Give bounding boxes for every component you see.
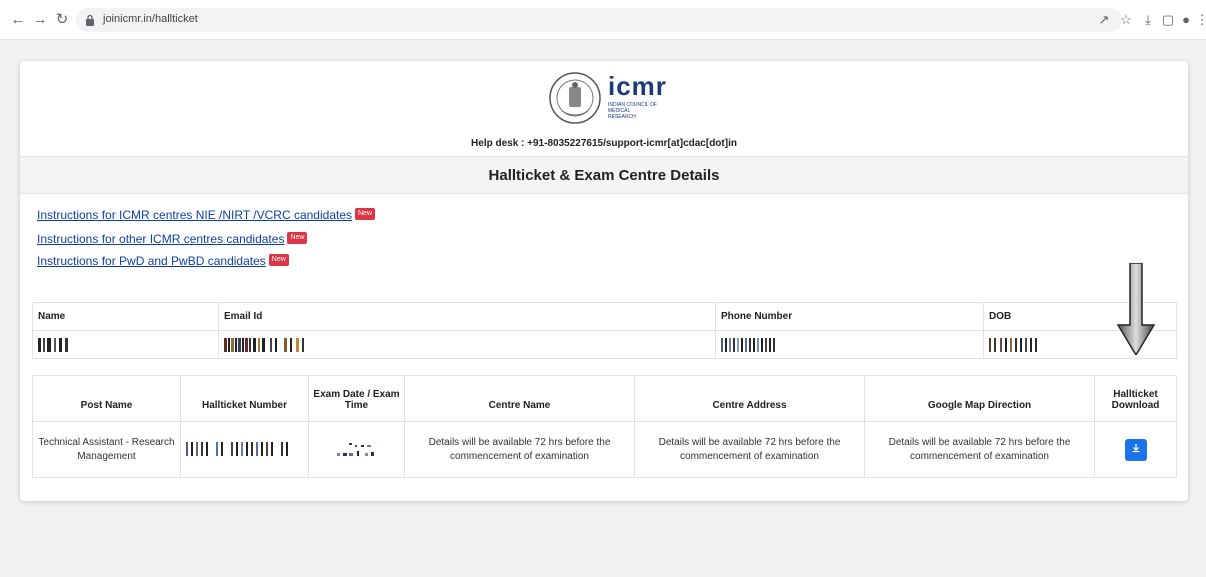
header-post-name: Post Name bbox=[32, 375, 181, 422]
instruction-link-nie-nirt-vcrc[interactable]: Instructions for ICMR centres NIE /NIRT … bbox=[37, 208, 376, 222]
candidate-header-row: Name Email Id Phone Number DOB bbox=[32, 302, 1177, 331]
menu-kebab-icon[interactable]: ⋮ bbox=[1194, 12, 1206, 28]
logo-wordmark: icmr bbox=[608, 71, 667, 101]
icmr-logo: icmr Indian Council of Medical Research bbox=[548, 71, 668, 129]
hallticket-download-button[interactable] bbox=[1124, 438, 1147, 461]
icmr-emblem-icon bbox=[549, 72, 601, 124]
forward-arrow-icon[interactable]: → bbox=[32, 12, 48, 28]
header-email: Email Id bbox=[218, 302, 716, 331]
download-icon bbox=[1132, 443, 1139, 452]
share-icon[interactable]: ↗ bbox=[1096, 12, 1112, 28]
google-map-direction-cell: Details will be available 72 hrs before … bbox=[864, 421, 1095, 478]
name-value bbox=[32, 330, 219, 359]
side-panel-icon[interactable]: ▢ bbox=[1160, 12, 1176, 28]
centre-address-cell: Details will be available 72 hrs before … bbox=[634, 421, 865, 478]
header-google-map-direction: Google Map Direction bbox=[864, 375, 1095, 422]
annotation-down-arrow-icon bbox=[1116, 263, 1156, 355]
post-name-cell: Technical Assistant - Research Managemen… bbox=[32, 421, 181, 478]
hallticket-download-cell bbox=[1094, 421, 1177, 478]
logo-subtitle: Indian Council of Medical Research bbox=[608, 102, 657, 120]
redacted-name bbox=[38, 337, 68, 352]
instruction-link-label[interactable]: Instructions for ICMR centres NIE /NIRT … bbox=[37, 208, 352, 222]
header-hallticket-download: Hallticket Download bbox=[1094, 375, 1177, 422]
instruction-link-label[interactable]: Instructions for other ICMR centres cand… bbox=[37, 232, 284, 246]
header-centre-address: Centre Address bbox=[634, 375, 865, 422]
table-row: Technical Assistant - Research Managemen… bbox=[32, 421, 1177, 478]
redacted-email bbox=[224, 337, 304, 352]
redacted-phone bbox=[721, 337, 775, 352]
section-title: Hallticket & Exam Centre Details bbox=[20, 156, 1188, 194]
download-icon[interactable]: ⤓ bbox=[1140, 12, 1156, 28]
hallticket-card: icmr Indian Council of Medical Research … bbox=[20, 61, 1188, 501]
browser-toolbar: ← → ↻ joinicmr.in/hallticket ↗ ☆ ⤓ ▢ ● ⋮ bbox=[0, 0, 1206, 40]
hallticket-number-cell bbox=[180, 421, 309, 478]
redacted-hallticket-number bbox=[185, 442, 288, 457]
back-arrow-icon[interactable]: ← bbox=[10, 12, 26, 28]
exam-header-row: Post Name Hallticket Number Exam Date / … bbox=[32, 375, 1177, 422]
header-centre-name: Centre Name bbox=[404, 375, 635, 422]
new-badge: New bbox=[287, 232, 308, 244]
exam-date-time-cell bbox=[308, 421, 405, 478]
instruction-link-label[interactable]: Instructions for PwD and PwBD candidates bbox=[37, 254, 266, 268]
redacted-dob bbox=[989, 337, 1037, 352]
redacted-exam-date-time bbox=[336, 443, 374, 457]
header-name: Name bbox=[32, 302, 219, 331]
instruction-link-pwd-pwbd[interactable]: Instructions for PwD and PwBD candidates… bbox=[37, 254, 289, 268]
candidate-table: Name Email Id Phone Number DOB bbox=[32, 302, 1177, 359]
email-value bbox=[218, 330, 716, 359]
new-badge: New bbox=[268, 254, 289, 266]
new-badge: New bbox=[355, 208, 376, 220]
lock-icon bbox=[86, 14, 94, 26]
profile-avatar-icon[interactable]: ● bbox=[1178, 12, 1194, 28]
url-text: joinicmr.in/hallticket bbox=[103, 13, 198, 25]
exam-table: Post Name Hallticket Number Exam Date / … bbox=[32, 375, 1177, 478]
header-phone: Phone Number bbox=[715, 302, 984, 331]
header-hallticket-number: Hallticket Number bbox=[180, 375, 309, 422]
instruction-link-other-centres[interactable]: Instructions for other ICMR centres cand… bbox=[37, 232, 308, 246]
centre-name-cell: Details will be available 72 hrs before … bbox=[404, 421, 635, 478]
phone-value bbox=[715, 330, 984, 359]
bookmark-star-icon[interactable]: ☆ bbox=[1118, 12, 1134, 28]
reload-icon[interactable]: ↻ bbox=[54, 12, 70, 28]
address-bar[interactable]: joinicmr.in/hallticket bbox=[76, 8, 1122, 32]
header-exam-date-time: Exam Date / Exam Time bbox=[308, 375, 405, 422]
candidate-value-row bbox=[32, 330, 1177, 359]
helpdesk-info: Help desk : +91-8035227615/support-icmr[… bbox=[471, 138, 737, 149]
